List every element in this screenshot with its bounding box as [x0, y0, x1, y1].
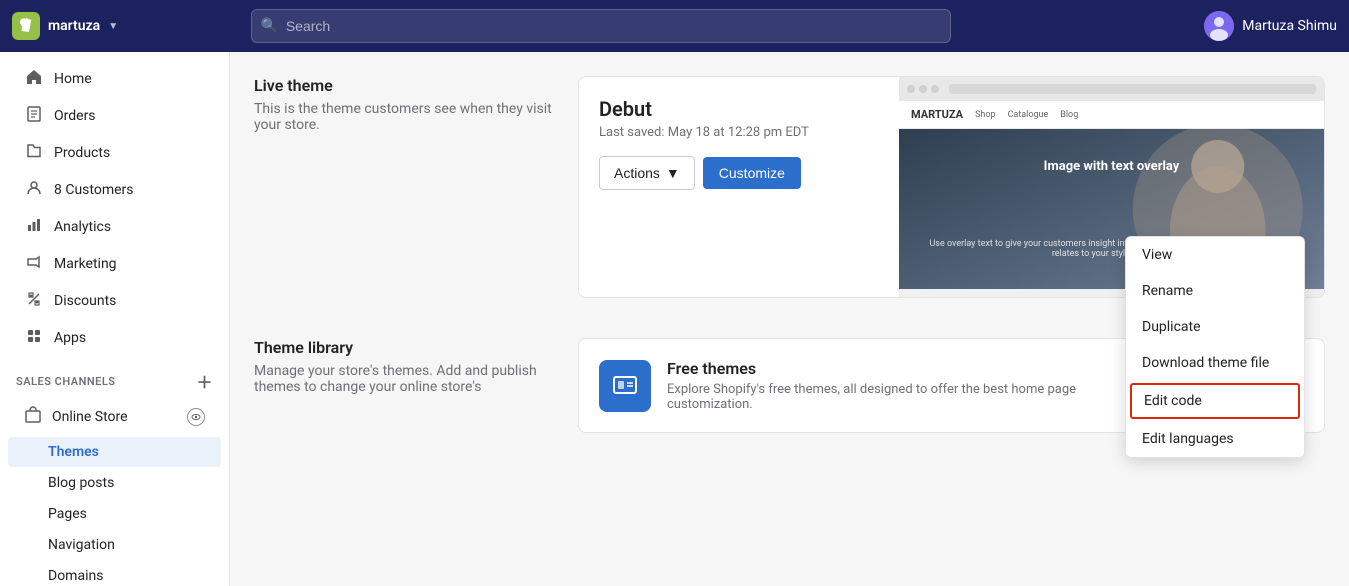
- dropdown-item-duplicate[interactable]: Duplicate: [1126, 309, 1304, 345]
- sidebar: Home Orders Products 8 Customers Analyti…: [0, 52, 230, 586]
- preview-nav-catalogue: Catalogue: [1008, 110, 1049, 120]
- app-body: Home Orders Products 8 Customers Analyti…: [0, 52, 1349, 586]
- marketing-icon: [24, 254, 44, 274]
- top-navigation: martuza ▼ 🔍 Martuza Shimu: [0, 0, 1349, 52]
- sidebar-item-home-label: Home: [54, 71, 92, 87]
- sidebar-sub-blog-posts-label: Blog posts: [48, 475, 114, 491]
- brand-chevron-icon: ▼: [108, 21, 118, 32]
- sales-channels-section: SALES CHANNELS ＋: [0, 357, 229, 397]
- search-icon: 🔍: [261, 18, 278, 34]
- user-area[interactable]: Martuza Shimu: [1204, 11, 1337, 41]
- sidebar-sub-item-themes[interactable]: Themes: [8, 437, 221, 467]
- online-store-label: Online Store: [52, 409, 128, 425]
- brand-area[interactable]: martuza ▼: [12, 12, 118, 40]
- sidebar-item-marketing[interactable]: Marketing: [8, 246, 221, 282]
- actions-button[interactable]: Actions ▼: [599, 156, 695, 190]
- online-store-left: Online Store: [24, 406, 128, 428]
- eye-icon[interactable]: [187, 408, 205, 426]
- customize-label: Customize: [719, 165, 785, 181]
- sidebar-item-online-store[interactable]: Online Store: [8, 398, 221, 436]
- dropdown-item-download[interactable]: Download theme file: [1126, 345, 1304, 381]
- browser-url-bar: [949, 84, 1316, 94]
- sidebar-sub-pages-label: Pages: [48, 506, 87, 522]
- browser-dot-2: [919, 85, 927, 93]
- preview-overlay-text: Image with text overlay: [1044, 159, 1180, 174]
- theme-info: Debut Last saved: May 18 at 12:28 pm EDT…: [579, 77, 899, 297]
- preview-nav-blog: Blog: [1060, 110, 1078, 120]
- sidebar-item-analytics[interactable]: Analytics: [8, 209, 221, 245]
- live-theme-title: Live theme: [254, 76, 554, 95]
- sidebar-item-orders[interactable]: Orders: [8, 98, 221, 134]
- theme-library-info: Theme library Manage your store's themes…: [254, 338, 554, 433]
- avatar: [1204, 11, 1234, 41]
- sales-channels-label: SALES CHANNELS: [16, 375, 116, 388]
- theme-library-title: Theme library: [254, 338, 554, 357]
- home-icon: [24, 69, 44, 89]
- sidebar-item-discounts[interactable]: Discounts: [8, 283, 221, 319]
- theme-library-description: Manage your store's themes. Add and publ…: [254, 363, 554, 395]
- free-themes-icon: [599, 360, 651, 412]
- browser-dot-3: [931, 85, 939, 93]
- discounts-icon: [24, 291, 44, 311]
- sidebar-sub-navigation-label: Navigation: [48, 537, 115, 553]
- free-themes-description: Explore Shopify's free themes, all desig…: [667, 382, 1129, 412]
- theme-name: Debut: [599, 97, 879, 121]
- online-store-icon: [24, 406, 42, 428]
- theme-actions-row: Actions ▼ Customize: [599, 156, 879, 190]
- browser-dot-1: [907, 85, 915, 93]
- sidebar-sub-item-navigation[interactable]: Navigation: [8, 530, 221, 560]
- sidebar-sub-item-pages[interactable]: Pages: [8, 499, 221, 529]
- sidebar-sub-item-blog-posts[interactable]: Blog posts: [8, 468, 221, 498]
- free-themes-title: Free themes: [667, 359, 1129, 378]
- dropdown-item-rename[interactable]: Rename: [1126, 273, 1304, 309]
- dropdown-item-edit-languages[interactable]: Edit languages: [1126, 421, 1304, 457]
- sidebar-item-products[interactable]: Products: [8, 135, 221, 171]
- actions-dropdown-menu: View Rename Duplicate Download theme fil…: [1125, 236, 1305, 458]
- user-name: Martuza Shimu: [1242, 18, 1337, 34]
- sidebar-item-home[interactable]: Home: [8, 61, 221, 97]
- free-themes-info: Free themes Explore Shopify's free theme…: [667, 359, 1129, 412]
- brand-name: martuza: [48, 18, 100, 34]
- dropdown-item-edit-code[interactable]: Edit code: [1130, 383, 1300, 419]
- preview-nav-shop: Shop: [975, 110, 996, 120]
- apps-icon: [24, 328, 44, 348]
- search-bar: 🔍: [251, 9, 951, 43]
- sidebar-item-apps[interactable]: Apps: [8, 320, 221, 356]
- sidebar-sub-themes-label: Themes: [48, 444, 99, 460]
- sidebar-item-customers-label: 8 Customers: [54, 182, 134, 198]
- live-theme-description: This is the theme customers see when the…: [254, 101, 554, 133]
- sidebar-item-analytics-label: Analytics: [54, 219, 111, 235]
- sidebar-item-discounts-label: Discounts: [54, 293, 116, 309]
- sidebar-sub-domains-label: Domains: [48, 568, 103, 584]
- products-icon: [24, 143, 44, 163]
- sidebar-item-marketing-label: Marketing: [54, 256, 117, 272]
- live-theme-info: Live theme This is the theme customers s…: [254, 76, 554, 298]
- orders-icon: [24, 106, 44, 126]
- theme-saved: Last saved: May 18 at 12:28 pm EDT: [599, 125, 879, 140]
- sidebar-sub-item-domains[interactable]: Domains: [8, 561, 221, 586]
- shopify-logo: [12, 12, 40, 40]
- online-store-icons: [187, 408, 205, 426]
- sidebar-item-apps-label: Apps: [54, 330, 86, 346]
- preview-nav: MARTUZA Shop Catalogue Blog: [899, 101, 1324, 129]
- customers-icon: [24, 180, 44, 200]
- main-content: Live theme This is the theme customers s…: [230, 52, 1349, 586]
- preview-nav-logo: MARTUZA: [911, 108, 963, 121]
- sidebar-item-customers[interactable]: 8 Customers: [8, 172, 221, 208]
- sidebar-item-products-label: Products: [54, 145, 110, 161]
- actions-chevron-icon: ▼: [666, 165, 680, 181]
- add-channel-icon[interactable]: ＋: [196, 369, 213, 393]
- sidebar-item-orders-label: Orders: [54, 108, 96, 124]
- theme-card-wrapper: Debut Last saved: May 18 at 12:28 pm EDT…: [578, 76, 1325, 298]
- preview-browser-bar: [899, 77, 1324, 101]
- customize-button[interactable]: Customize: [703, 157, 801, 189]
- search-input[interactable]: [251, 9, 951, 43]
- dropdown-item-view[interactable]: View: [1126, 237, 1304, 273]
- live-theme-section: Live theme This is the theme customers s…: [254, 76, 1325, 298]
- actions-label: Actions: [614, 165, 660, 181]
- analytics-icon: [24, 217, 44, 237]
